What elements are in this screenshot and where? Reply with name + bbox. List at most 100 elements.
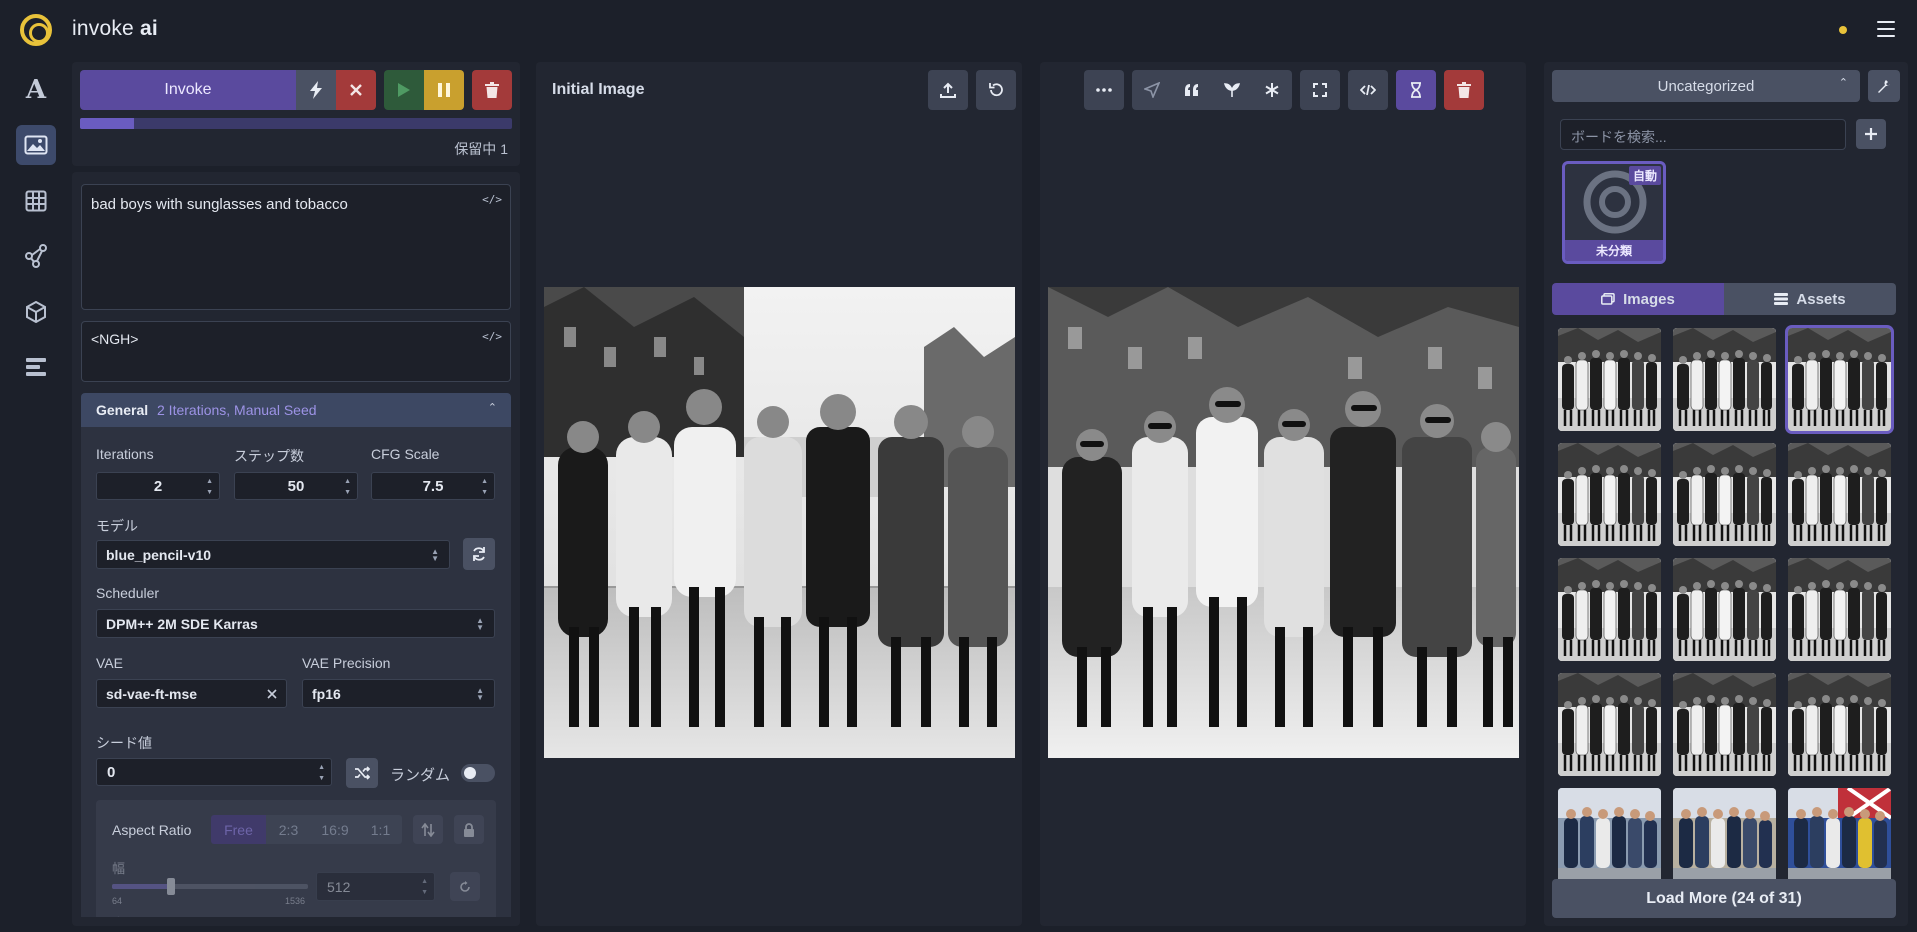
nav-text-to-image[interactable]: A <box>16 70 56 110</box>
code-icon <box>1360 84 1376 96</box>
gallery-thumbnail[interactable] <box>1788 788 1891 891</box>
gallery-thumbnail[interactable] <box>1788 673 1891 776</box>
iterations-input[interactable]: 2 ▲ ▼ <box>96 472 220 500</box>
scheduler-select[interactable]: DPM++ 2M SDE Karras ▲ ▼ <box>96 609 495 638</box>
group-photo-bw <box>544 287 1015 758</box>
auto-add-badge: 自動 <box>1628 166 1661 185</box>
use-seed-button[interactable] <box>1212 70 1252 110</box>
gallery-thumbnail[interactable] <box>1558 443 1661 546</box>
gallery-thumbnail-selected[interactable] <box>1785 325 1894 434</box>
nav-workflows[interactable] <box>16 236 56 276</box>
main-menu-button[interactable] <box>1874 18 1898 40</box>
positive-prompt-field[interactable]: bad boys with sunglasses and tobacco </> <box>81 184 511 310</box>
wrench-icon <box>1878 80 1890 93</box>
seedling-icon <box>1224 83 1240 97</box>
steps-input[interactable]: 50 ▲ ▼ <box>234 472 358 500</box>
nav-image-to-image[interactable] <box>16 125 56 165</box>
shuffle-icon <box>355 766 370 780</box>
gallery-thumbnail[interactable] <box>1558 673 1661 776</box>
cancel-button[interactable] <box>336 70 376 110</box>
embedding-code-icon[interactable]: </> <box>482 330 502 343</box>
stepper-arrows[interactable]: ▲ ▼ <box>318 764 325 783</box>
gallery-thumbnail[interactable] <box>1673 443 1776 546</box>
use-prompt-button[interactable] <box>1172 70 1212 110</box>
select-arrows-icon: ▲ ▼ <box>476 616 484 632</box>
group-photo-bw <box>1048 287 1519 758</box>
current-image[interactable] <box>1048 287 1519 758</box>
width-slider[interactable] <box>112 878 308 895</box>
stepper-arrows[interactable]: ▲ ▼ <box>344 478 351 497</box>
clear-queue-button[interactable] <box>472 70 512 110</box>
vae-select[interactable]: sd-vae-ft-mse <box>96 679 287 708</box>
aspect-option-1-1[interactable]: 1:1 <box>359 815 402 844</box>
reset-width-button[interactable] <box>450 872 480 901</box>
aspect-ratio-group: Free 2:3 16:9 1:1 <box>211 815 402 844</box>
aspect-option-16-9[interactable]: 16:9 <box>311 815 359 844</box>
add-board-button[interactable] <box>1856 119 1886 149</box>
more-options-button[interactable] <box>1084 70 1124 110</box>
swap-dimensions-button[interactable] <box>413 815 443 844</box>
pause-icon <box>438 83 450 97</box>
seed-input[interactable]: 0 ▲ ▼ <box>96 758 332 786</box>
lock-aspect-button[interactable] <box>454 815 484 844</box>
thumbnail-image <box>1558 328 1661 431</box>
gallery-thumbnail[interactable] <box>1673 673 1776 776</box>
vae-label: VAE <box>96 655 123 671</box>
board-select-button[interactable]: Uncategorized ⌃ <box>1552 70 1860 102</box>
stepper-arrows[interactable]: ▲ ▼ <box>481 478 488 497</box>
delete-image-button[interactable] <box>1444 70 1484 110</box>
gallery-thumbnail[interactable] <box>1673 328 1776 431</box>
invoke-button[interactable]: Invoke <box>80 70 296 110</box>
gallery-thumbnail[interactable] <box>1788 558 1891 661</box>
resume-button[interactable] <box>384 70 424 110</box>
tab-images[interactable]: Images <box>1552 283 1724 315</box>
board-uncategorized[interactable]: 自動 未分類 <box>1562 161 1666 264</box>
general-section-header[interactable]: General 2 Iterations, Manual Seed ⌃ <box>81 393 511 427</box>
vae-precision-select[interactable]: fp16 ▲ ▼ <box>302 679 495 708</box>
invoke-logo <box>20 14 52 46</box>
negative-prompt-field[interactable]: <NGH> </> <box>81 321 511 382</box>
gallery-settings-button[interactable] <box>1868 70 1900 102</box>
gallery-thumbnail[interactable] <box>1558 788 1661 891</box>
random-seed-toggle[interactable] <box>461 764 495 782</box>
asterisk-icon <box>1265 83 1279 97</box>
reset-initial-image-button[interactable] <box>976 70 1016 110</box>
paper-plane-icon <box>1144 82 1160 98</box>
clear-icon[interactable] <box>267 689 277 699</box>
show-metadata-button[interactable] <box>1348 70 1388 110</box>
upload-initial-image-button[interactable] <box>928 70 968 110</box>
upload-icon <box>940 82 956 98</box>
show-progress-button[interactable] <box>1396 70 1436 110</box>
board-search-input[interactable]: ボードを検索... <box>1560 119 1846 150</box>
nav-queue[interactable] <box>16 347 56 387</box>
sync-models-button[interactable] <box>463 538 495 570</box>
gallery-thumbnail[interactable] <box>1558 328 1661 431</box>
stepper-arrows[interactable]: ▲ ▼ <box>206 478 213 497</box>
pause-button[interactable] <box>424 70 464 110</box>
model-select[interactable]: blue_pencil-v10 ▲ ▼ <box>96 540 450 569</box>
upscale-button[interactable] <box>1300 70 1340 110</box>
gallery-thumbnail[interactable] <box>1673 788 1776 891</box>
initial-image[interactable] <box>544 287 1015 758</box>
toggle-knob <box>464 767 476 779</box>
width-input[interactable]: 512 ▲ ▼ <box>316 872 435 901</box>
nodes-icon <box>25 244 47 268</box>
send-to-button[interactable] <box>1132 70 1172 110</box>
stepper-arrows[interactable]: ▲ ▼ <box>421 878 428 897</box>
tab-assets[interactable]: Assets <box>1724 283 1896 315</box>
gallery-thumbnail[interactable] <box>1788 443 1891 546</box>
use-all-button[interactable] <box>1252 70 1292 110</box>
thumbnail-image <box>1788 443 1891 546</box>
slider-thumb[interactable] <box>166 878 175 895</box>
nav-models[interactable] <box>16 292 56 332</box>
gallery-thumbnail[interactable] <box>1673 558 1776 661</box>
load-more-button[interactable]: Load More (24 of 31) <box>1552 879 1896 918</box>
aspect-option-free[interactable]: Free <box>211 815 266 844</box>
gallery-thumbnail[interactable] <box>1558 558 1661 661</box>
invoke-front-button[interactable] <box>296 70 336 110</box>
embedding-code-icon[interactable]: </> <box>482 193 502 206</box>
cfg-scale-input[interactable]: 7.5 ▲ ▼ <box>371 472 495 500</box>
nav-unified-canvas[interactable] <box>16 181 56 221</box>
shuffle-seed-button[interactable] <box>346 758 378 788</box>
aspect-option-2-3[interactable]: 2:3 <box>266 815 311 844</box>
